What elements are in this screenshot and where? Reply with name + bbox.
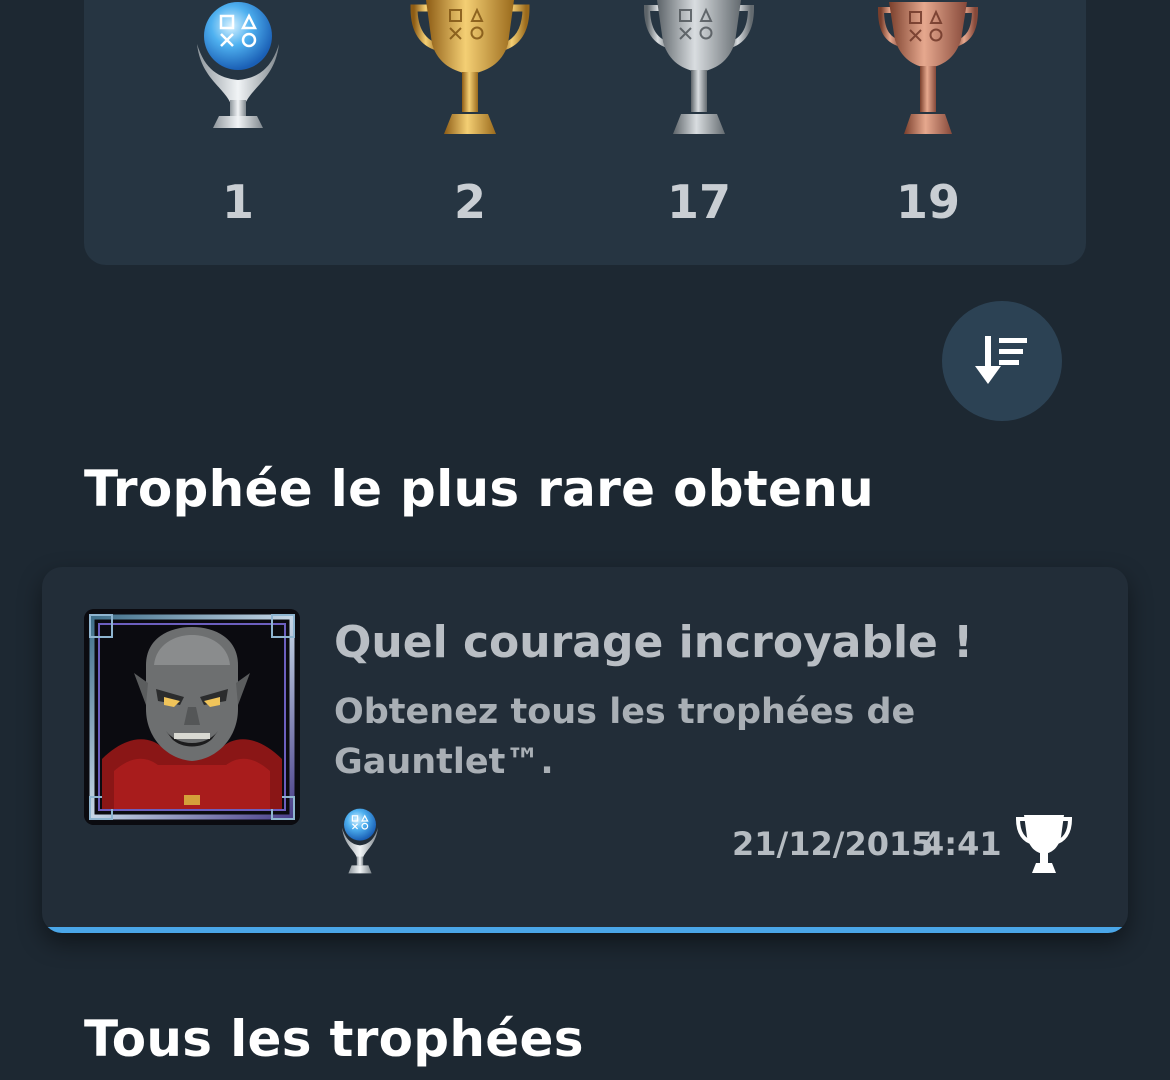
- platinum-trophy-icon: [342, 808, 378, 874]
- trophy-earned-icon: [1015, 815, 1073, 877]
- trophy-grade: [338, 807, 382, 879]
- earned-date: 21/12/2015: [732, 825, 934, 863]
- bronze-trophy-icon: [877, 2, 979, 134]
- card-accent-bar: [42, 927, 1128, 933]
- platinum-count: 1: [221, 175, 254, 229]
- rarest-trophy-card[interactable]: Quel courage incroyable ! Obtenez tous l…: [42, 567, 1128, 933]
- silver-trophy-icon: [643, 0, 755, 134]
- sort-descending-icon: [975, 336, 1027, 384]
- platinum-summary: 1: [163, 0, 313, 229]
- silver-summary: 17: [624, 0, 774, 229]
- rarest-trophy-heading: Trophée le plus rare obtenu: [84, 460, 875, 518]
- bronze-count: 19: [895, 175, 960, 229]
- trophy-page: 1 2 17 19 Trophée le plus rare obtenu Qu…: [0, 0, 1170, 1080]
- all-trophies-heading: Tous les trophées: [84, 1010, 584, 1068]
- trophy-description: Obtenez tous les trophées de Gauntlet™.: [334, 692, 916, 782]
- trophy-summary-card: 1 2 17 19: [84, 0, 1086, 265]
- trophy-name: Quel courage incroyable !: [334, 617, 974, 668]
- sort-button[interactable]: [942, 301, 1062, 421]
- bronze-summary: 19: [853, 0, 1003, 229]
- trophy-artwork: [84, 609, 300, 825]
- gold-summary: 2: [395, 0, 545, 229]
- gold-trophy-icon: [410, 0, 530, 134]
- platinum-trophy-icon: [197, 2, 279, 128]
- earned-time: 4:41: [922, 825, 1002, 863]
- silver-count: 17: [666, 175, 731, 229]
- gold-count: 2: [453, 175, 486, 229]
